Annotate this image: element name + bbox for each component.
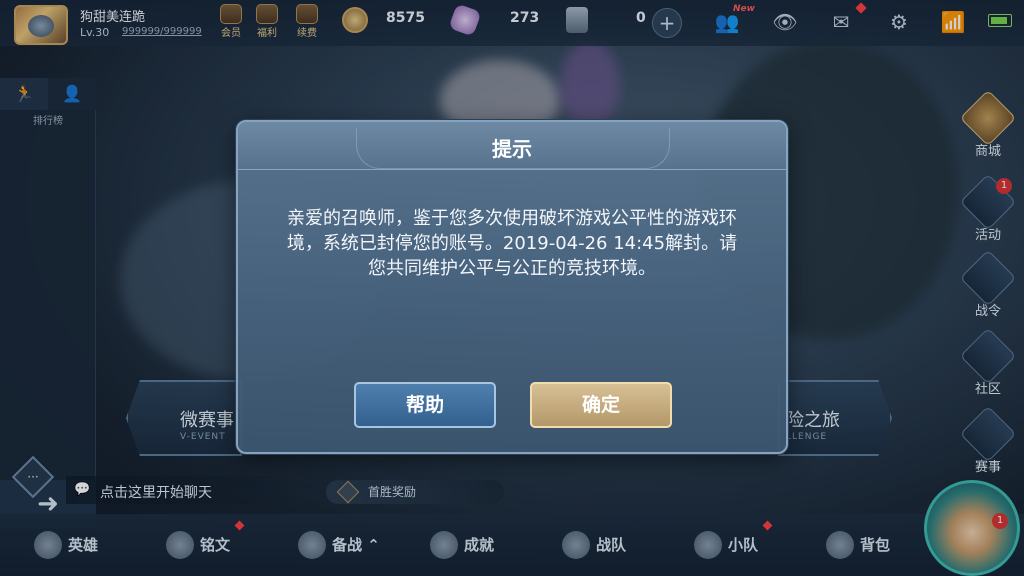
- dialog-title: 提示: [492, 137, 532, 161]
- confirm-button[interactable]: 确定: [530, 382, 672, 428]
- dialog-message: 亲爱的召唤师，鉴于您多次使用破坏游戏公平性的游戏环境，系统已封停您的账号。201…: [286, 208, 738, 279]
- help-button[interactable]: 帮助: [354, 382, 496, 428]
- ban-notice-dialog: 提示 亲爱的召唤师，鉴于您多次使用破坏游戏公平性的游戏环境，系统已封停您的账号。…: [236, 120, 788, 454]
